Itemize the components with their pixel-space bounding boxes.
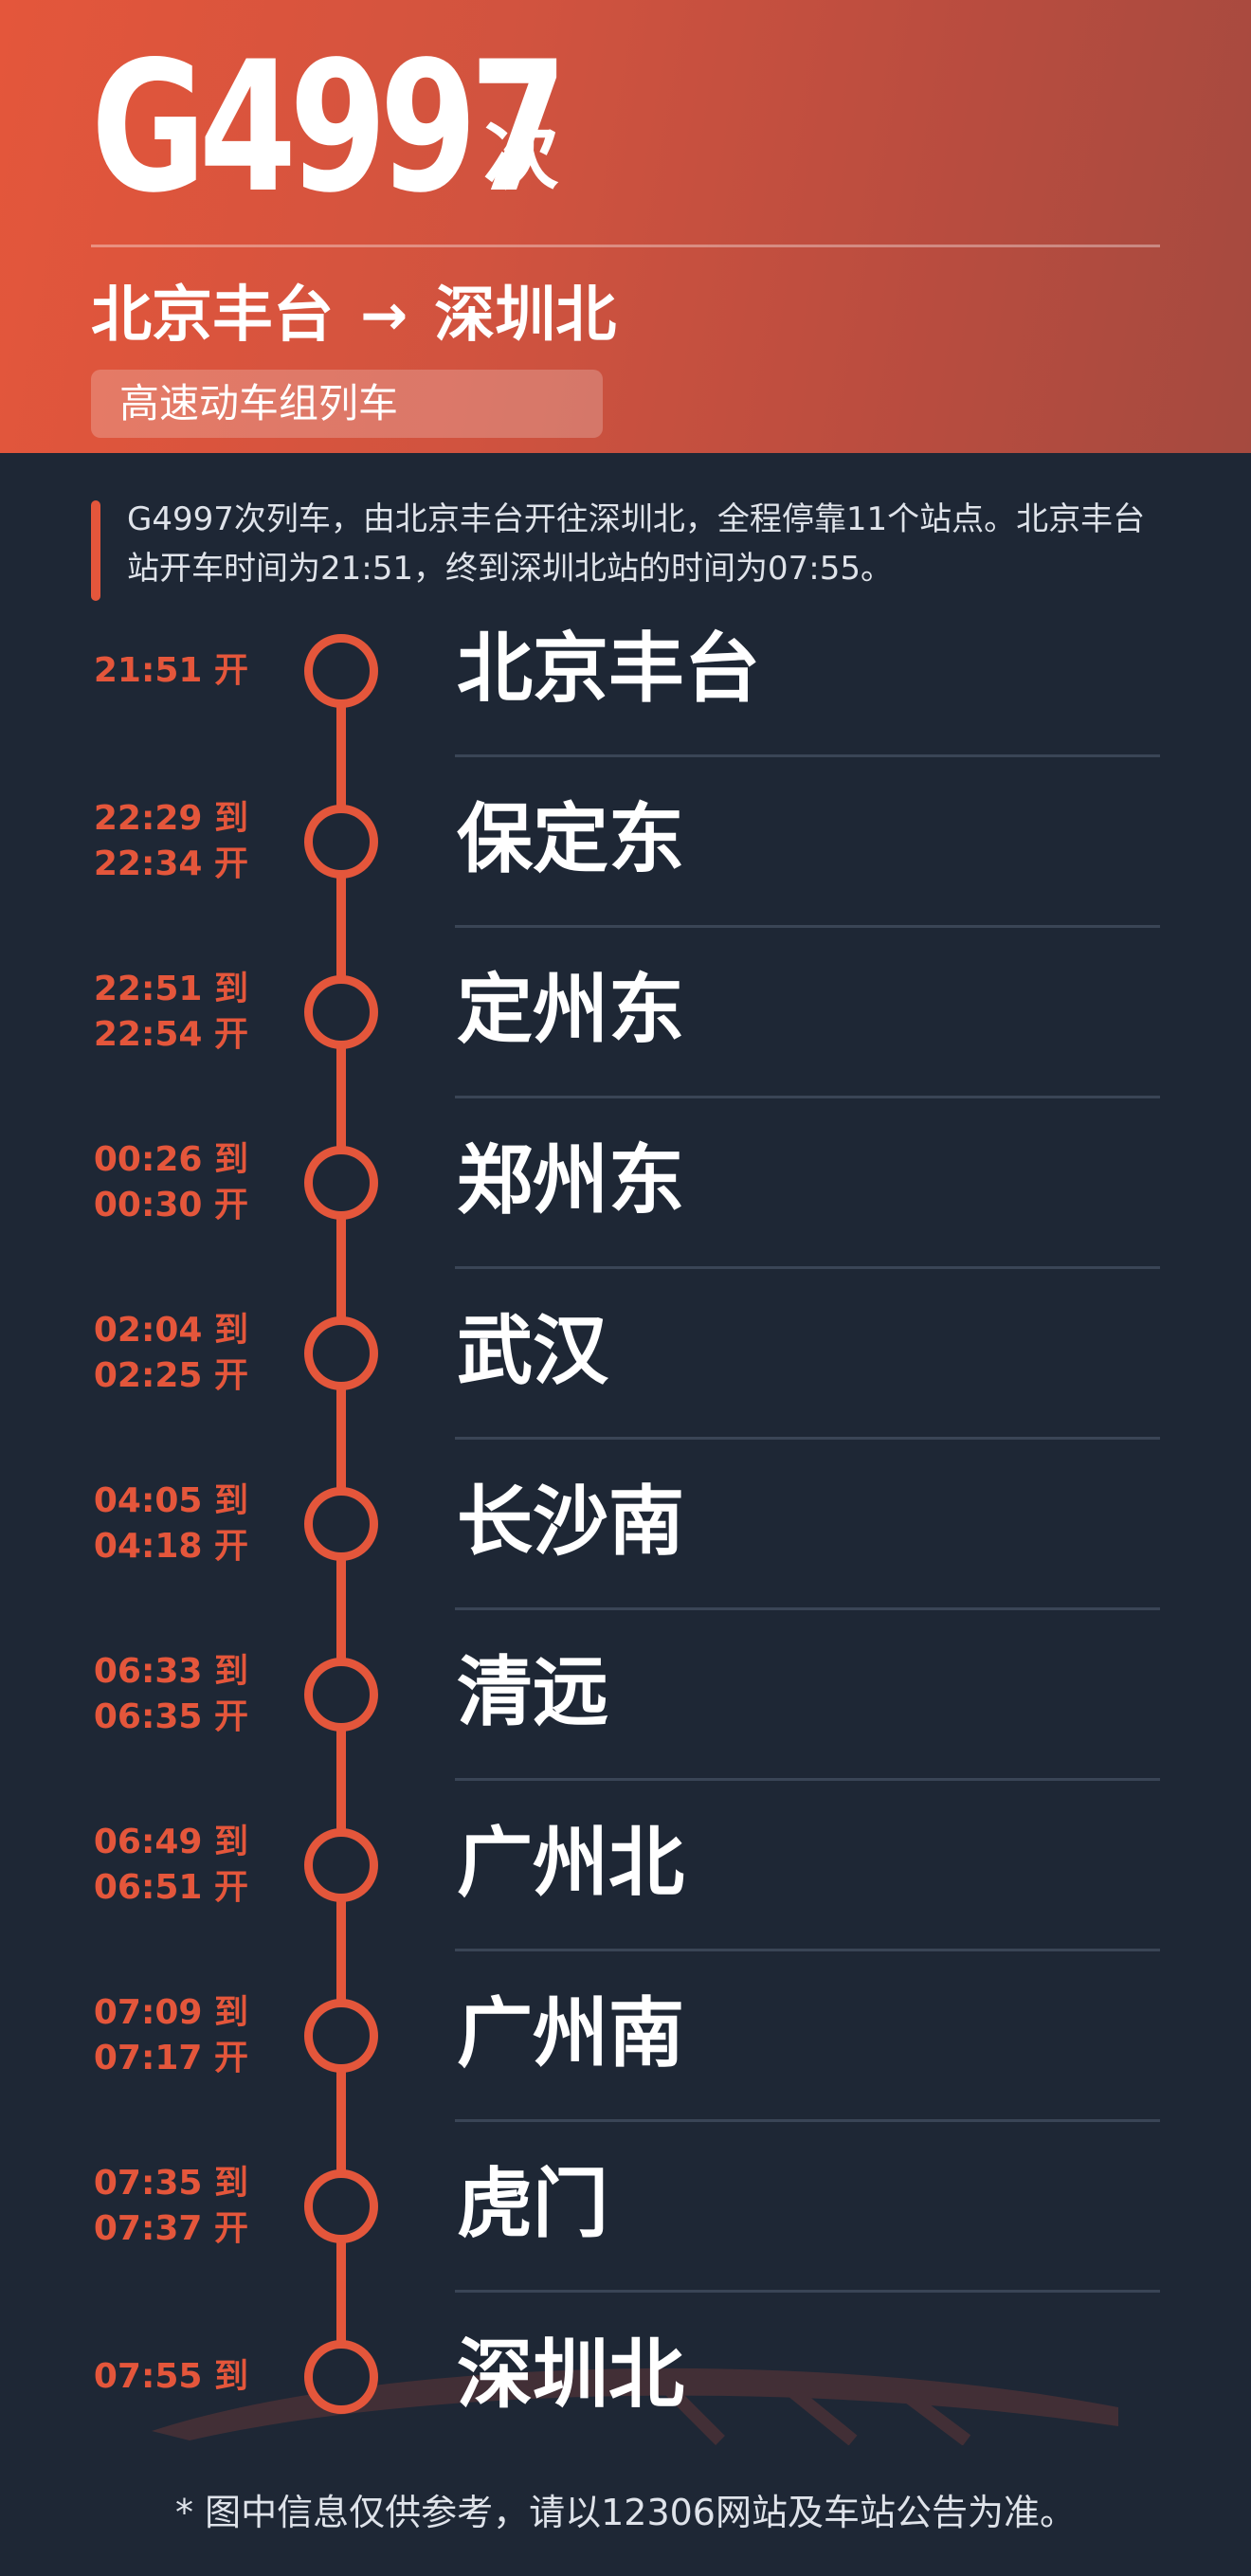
- stop-times: 00:26 到 00:30 开: [38, 1137, 248, 1228]
- stop-time: 06:49 到: [93, 1823, 248, 1861]
- stop-marker-icon: [304, 1146, 378, 1220]
- stop-times: 02:04 到 02:25 开: [38, 1308, 248, 1399]
- list-item: 21:51 开 北京丰台: [0, 586, 1251, 757]
- stop-time: 06:35 开: [93, 1697, 248, 1736]
- stop-times: 07:35 到 07:37 开: [38, 2161, 248, 2252]
- stop-marker-icon: [304, 805, 378, 879]
- list-item: 22:51 到 22:54 开 定州东: [0, 927, 1251, 1098]
- stop-marker-icon: [304, 1316, 378, 1390]
- stop-times: 21:51 开: [38, 648, 248, 694]
- list-item: 02:04 到 02:25 开 武汉: [0, 1268, 1251, 1440]
- summary-text: G4997次列车，由北京丰台开往深圳北，全程停靠11个站点。北京丰台站开车时间为…: [127, 500, 1146, 588]
- stop-time: 21:51 开: [93, 651, 248, 690]
- stop-marker-icon: [304, 2340, 378, 2414]
- stop-times: 04:05 到 04:18 开: [38, 1478, 248, 1569]
- stop-time: 04:18 开: [93, 1527, 248, 1566]
- stop-time: 00:30 开: [93, 1186, 248, 1225]
- stop-times: 07:55 到: [38, 2354, 248, 2400]
- stop-time: 22:51 到: [93, 970, 248, 1008]
- stop-time: 06:51 开: [93, 1868, 248, 1907]
- stop-marker-icon: [304, 634, 378, 708]
- station-name: 郑州东: [457, 1136, 684, 1225]
- stop-time: 07:37 开: [93, 2209, 248, 2248]
- header-divider: [91, 245, 1160, 247]
- list-item: 07:55 到 深圳北: [0, 2292, 1251, 2462]
- stop-marker-icon: [304, 1999, 378, 2073]
- station-name: 深圳北: [457, 2331, 684, 2419]
- list-item: 22:29 到 22:34 开 保定东: [0, 756, 1251, 928]
- stop-time: 02:25 开: [93, 1356, 248, 1395]
- stop-times: 06:33 到 06:35 开: [38, 1649, 248, 1740]
- stop-time: 07:35 到: [93, 2164, 248, 2203]
- train-type-badge: 高速动车组列车: [91, 370, 603, 438]
- list-item: 06:33 到 06:35 开 清远: [0, 1609, 1251, 1781]
- train-number-suffix: 次: [483, 112, 559, 200]
- header-banner: G4997 次 北京丰台 → 深圳北 高速动车组列车: [0, 0, 1251, 453]
- station-name: 清远: [457, 1648, 608, 1736]
- stop-time: 07:55 到: [93, 2357, 248, 2396]
- stop-times: 07:09 到 07:17 开: [38, 1990, 248, 2081]
- stop-times: 22:51 到 22:54 开: [38, 967, 248, 1058]
- disclaimer-footer: * 图中信息仅供参考，请以12306网站及车站公告为准。: [175, 2492, 1076, 2533]
- stop-marker-icon: [304, 1658, 378, 1732]
- stop-time: 07:09 到: [93, 1993, 248, 2032]
- stop-marker-icon: [304, 1828, 378, 1902]
- stop-marker-icon: [304, 1487, 378, 1561]
- list-item: 04:05 到 04:18 开 长沙南: [0, 1439, 1251, 1610]
- list-item: 07:35 到 07:37 开 虎门: [0, 2121, 1251, 2293]
- stop-time: 22:29 到: [93, 799, 248, 838]
- station-name: 虎门: [457, 2160, 608, 2248]
- stop-marker-icon: [304, 975, 378, 1049]
- list-item: 07:09 到 07:17 开 广州南: [0, 1950, 1251, 2122]
- station-name: 广州北: [457, 1819, 684, 1907]
- station-name: 北京丰台: [457, 625, 760, 713]
- list-item: 00:26 到 00:30 开 郑州东: [0, 1098, 1251, 1269]
- station-name: 长沙南: [457, 1478, 684, 1566]
- stop-time: 22:34 开: [93, 844, 248, 883]
- station-name: 广州南: [457, 1989, 684, 2077]
- stop-time: 04:05 到: [93, 1481, 248, 1520]
- destination-station: 深圳北: [434, 281, 617, 351]
- stop-time: 02:04 到: [93, 1311, 248, 1350]
- stop-time: 22:54 开: [93, 1015, 248, 1054]
- stop-time: 06:33 到: [93, 1652, 248, 1691]
- station-name: 武汉: [457, 1307, 608, 1395]
- route: 北京丰台 → 深圳北: [91, 281, 617, 351]
- arrow-right-icon: →: [360, 282, 408, 350]
- stop-marker-icon: [304, 2169, 378, 2243]
- stop-time: 00:26 到: [93, 1140, 248, 1179]
- station-name: 定州东: [457, 966, 684, 1054]
- list-item: 06:49 到 06:51 开 广州北: [0, 1780, 1251, 1951]
- stop-times: 06:49 到 06:51 开: [38, 1820, 248, 1911]
- stop-times: 22:29 到 22:34 开: [38, 796, 248, 887]
- origin-station: 北京丰台: [91, 281, 334, 351]
- station-name: 保定东: [457, 795, 684, 883]
- stop-time: 07:17 开: [93, 2039, 248, 2077]
